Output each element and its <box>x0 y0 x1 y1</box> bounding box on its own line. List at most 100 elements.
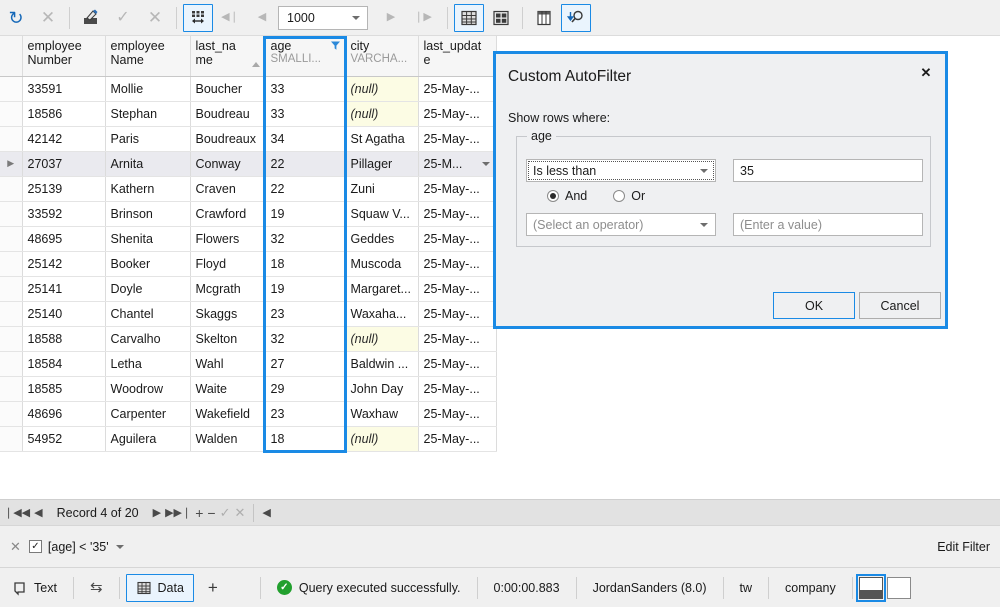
and-radio[interactable]: And <box>547 189 587 203</box>
row-indicator-cell[interactable] <box>0 226 23 252</box>
table-row[interactable]: 33591 Mollie Boucher 33 (null) 25-May-... <box>0 76 497 102</box>
table-row[interactable]: 48696 Carpenter Wakefield 23 Waxhaw 25-May-..… <box>0 401 497 427</box>
row-indicator-cell[interactable] <box>0 201 23 227</box>
operator-1-combo[interactable]: Is less than <box>526 159 716 182</box>
dialog-close-button[interactable]: ✕ <box>915 63 937 83</box>
cell-employeeNumber[interactable]: 18586 <box>22 101 106 127</box>
cell-city[interactable]: Zuni <box>345 176 419 202</box>
swap-panels-button[interactable]: ⇆ <box>80 574 113 602</box>
row-indicator-cell[interactable] <box>0 426 23 452</box>
table-row[interactable]: 18584 Letha Wahl 27 Baldwin ... 25-May-... <box>0 351 497 377</box>
next-page-button[interactable]: ▶ <box>376 4 406 32</box>
cell-employeeNumber[interactable]: 18588 <box>22 326 106 352</box>
cell-last_name[interactable]: Floyd <box>190 251 266 277</box>
split-layout-button[interactable] <box>855 573 886 602</box>
cell-city[interactable]: Margaret... <box>345 276 419 302</box>
row-indicator-cell[interactable] <box>0 301 23 327</box>
cell-city[interactable]: (null) <box>345 426 419 452</box>
cell-age[interactable]: 32 <box>265 326 346 352</box>
cell-last_name[interactable]: Mcgrath <box>190 276 266 302</box>
cell-employeeNumber[interactable]: 25141 <box>22 276 106 302</box>
cell-employeeName[interactable]: Shenita <box>105 226 191 252</box>
cell-city[interactable]: Pillager <box>345 151 419 177</box>
cancel-button[interactable]: Cancel <box>859 292 941 319</box>
column-header-employeeName[interactable]: employee Name <box>105 36 191 77</box>
cell-last_update[interactable]: 25-May-... <box>418 276 497 302</box>
cell-employeeNumber[interactable]: 48696 <box>22 401 106 427</box>
cell-last_name[interactable]: Flowers <box>190 226 266 252</box>
cell-employeeName[interactable]: Stephan <box>105 101 191 127</box>
cell-employeeName[interactable]: Letha <box>105 351 191 377</box>
cell-city[interactable]: St Agatha <box>345 126 419 152</box>
previous-page-button[interactable]: ◀ <box>247 4 277 32</box>
table-row[interactable]: 18586 Stephan Boudreau 33 (null) 25-May-... <box>0 101 497 127</box>
rollback-button[interactable]: ✕ <box>140 4 170 32</box>
row-indicator-cell[interactable] <box>0 101 23 127</box>
table-row[interactable]: 25140 Chantel Skaggs 23 Waxaha... 25-May-... <box>0 301 497 327</box>
cell-employeeNumber[interactable]: 42142 <box>22 126 106 152</box>
filter-enabled-checkbox[interactable]: ✓ <box>28 540 42 553</box>
column-header-last_name[interactable]: last_na me <box>190 36 266 77</box>
cell-city[interactable]: Baldwin ... <box>345 351 419 377</box>
cell-employeeName[interactable]: Booker <box>105 251 191 277</box>
value-2-input[interactable]: (Enter a value) <box>733 213 923 236</box>
cell-last_update[interactable]: 25-M... <box>418 151 497 177</box>
last-page-button[interactable]: ❘▶ <box>408 4 438 32</box>
find-replace-button[interactable] <box>561 3 591 32</box>
cell-employeeName[interactable]: Arnita <box>105 151 191 177</box>
cell-city[interactable]: Muscoda <box>345 251 419 277</box>
cell-city[interactable]: Squaw V... <box>345 201 419 227</box>
cell-last_name[interactable]: Waite <box>190 376 266 402</box>
table-row[interactable]: 42142 Paris Boudreaux 34 St Agatha 25-May-... <box>0 126 497 152</box>
row-indicator-cell[interactable] <box>0 376 23 402</box>
cell-last_name[interactable]: Boudreau <box>190 101 266 127</box>
commit-button[interactable]: ✓ <box>108 4 138 32</box>
cell-last_update[interactable]: 25-May-... <box>418 351 497 377</box>
cell-employeeNumber[interactable]: 25140 <box>22 301 106 327</box>
schema-label[interactable]: tw <box>728 581 765 595</box>
cell-employeeName[interactable]: Doyle <box>105 276 191 302</box>
cell-last_update[interactable]: 25-May-... <box>418 201 497 227</box>
row-indicator-cell[interactable] <box>0 76 23 102</box>
cell-city[interactable]: John Day <box>345 376 419 402</box>
cell-employeeName[interactable]: Carvalho <box>105 326 191 352</box>
cell-age[interactable]: 18 <box>265 251 346 277</box>
cell-city[interactable]: Waxhaw <box>345 401 419 427</box>
operator-2-combo[interactable]: (Select an operator) <box>526 213 716 236</box>
cell-age[interactable]: 29 <box>265 376 346 402</box>
cell-age[interactable]: 18 <box>265 426 346 452</box>
cell-last_update[interactable]: 25-May-... <box>418 326 497 352</box>
table-row[interactable]: 18585 Woodrow Waite 29 John Day 25-May-... <box>0 376 497 402</box>
table-row[interactable]: 48695 Shenita Flowers 32 Geddes 25-May-... <box>0 226 497 252</box>
cell-employeeNumber[interactable]: 27037 <box>22 151 106 177</box>
nav-commit-button[interactable]: ✓ <box>220 505 231 521</box>
table-row[interactable]: 18588 Carvalho Skelton 32 (null) 25-May-... <box>0 326 497 352</box>
column-header-last_update[interactable]: last_updat e <box>418 36 497 77</box>
filter-icon[interactable] <box>330 40 341 54</box>
cell-last_update[interactable]: 25-May-... <box>418 251 497 277</box>
cell-city[interactable]: (null) <box>345 76 419 102</box>
cell-last_update[interactable]: 25-May-... <box>418 426 497 452</box>
row-indicator-cell[interactable] <box>0 351 23 377</box>
row-indicator-cell[interactable]: ▶ <box>0 151 23 177</box>
cell-last_update[interactable]: 25-May-... <box>418 401 497 427</box>
cell-last_name[interactable]: Wakefield <box>190 401 266 427</box>
row-indicator-cell[interactable] <box>0 401 23 427</box>
cell-employeeNumber[interactable]: 25139 <box>22 176 106 202</box>
full-layout-button[interactable] <box>886 576 911 599</box>
row-indicator-cell[interactable] <box>0 126 23 152</box>
value-1-input[interactable]: 35 <box>733 159 923 182</box>
cell-employeeNumber[interactable]: 18584 <box>22 351 106 377</box>
cell-employeeName[interactable]: Paris <box>105 126 191 152</box>
ok-button[interactable]: OK <box>773 292 855 319</box>
stop-button[interactable]: ✕ <box>33 4 63 32</box>
cell-age[interactable]: 19 <box>265 276 346 302</box>
table-row[interactable]: 25139 Kathern Craven 22 Zuni 25-May-... <box>0 176 497 202</box>
row-indicator-cell[interactable] <box>0 251 23 277</box>
cell-age[interactable]: 33 <box>265 101 346 127</box>
cell-city[interactable]: (null) <box>345 101 419 127</box>
nav-cancel-button[interactable]: ✕ <box>235 505 246 521</box>
table-row[interactable]: 25141 Doyle Mcgrath 19 Margaret... 25-May-... <box>0 276 497 302</box>
cell-city[interactable]: Waxaha... <box>345 301 419 327</box>
nav-remove-record-button[interactable]: − <box>207 505 215 521</box>
